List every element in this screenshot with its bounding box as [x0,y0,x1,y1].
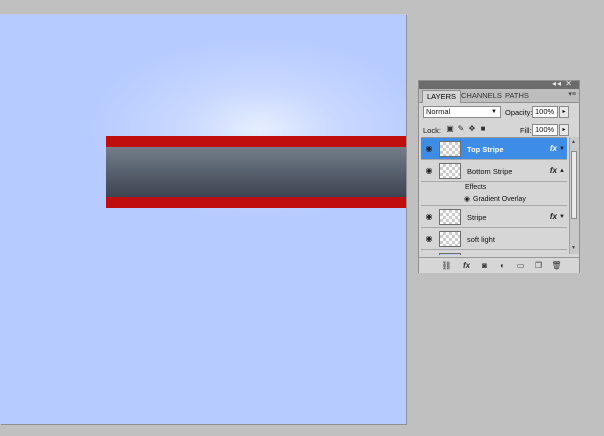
tab-channels[interactable]: CHANNELS [457,90,506,102]
layer-thumbnail [439,141,461,157]
fx-icon[interactable]: fx [550,166,557,175]
chevron-down-icon: ▼ [491,109,497,115]
link-layers-icon[interactable]: ⛓ [441,260,452,271]
layer-row-top-stripe[interactable]: ◉ Top Stripe fx ▼ [421,138,567,160]
scroll-up-icon[interactable]: ▲ [571,139,576,145]
opacity-label: Opacity: [505,108,533,117]
fill-slider-arrow-icon[interactable]: ▸ [559,124,569,136]
lock-transparency-icon[interactable]: ▣ [446,125,454,133]
effect-name: Gradient Overlay [473,196,526,203]
fx-icon[interactable]: fx [550,144,557,153]
document-canvas[interactable] [0,14,406,424]
layers-scrollbar[interactable]: ▲ ▼ [569,137,579,254]
delete-layer-icon[interactable]: 🗑 [551,260,562,271]
layer-row-bottom-stripe[interactable]: ◉ Bottom Stripe fx ▲ [421,160,567,182]
layer-name: Stripe [467,213,487,222]
layer-thumbnail [439,209,461,225]
tab-paths[interactable]: PATHS [501,90,533,102]
layer-name: Bottom Stripe [467,167,513,176]
adjustment-layer-icon[interactable]: ◐ [497,260,508,271]
layer-name: soft light [467,235,495,244]
bottom-stripe-shape [106,197,406,208]
eye-icon[interactable]: ◉ [423,212,435,221]
add-mask-icon[interactable]: ◙ [479,260,490,271]
layer-row-stripe[interactable]: ◉ Stripe fx ▼ [421,206,567,228]
eye-icon[interactable]: ◉ [423,166,435,175]
eye-icon[interactable]: ◉ [461,195,473,203]
new-group-icon[interactable]: ▭ [515,260,526,271]
panel-menu-icon[interactable]: ▾≡ [568,90,576,98]
expand-arrow-icon[interactable]: ▼ [559,146,565,152]
add-layer-style-icon[interactable]: fx [461,260,472,271]
stripe-artwork [106,136,406,208]
lock-all-icon[interactable]: ■ [479,125,487,133]
eye-icon[interactable]: ◉ [423,144,435,153]
layer-thumbnail [439,231,461,247]
top-stripe-shape [106,136,406,147]
panel-bottom-toolbar: ⛓ fx ◙ ◐ ▭ ❐ 🗑 [419,257,579,273]
panel-titlebar[interactable]: ◂◂ ✕ [419,79,579,89]
new-layer-icon[interactable]: ❐ [533,260,544,271]
scroll-thumb[interactable] [571,151,577,219]
layer-row-background[interactable]: ◉ [421,250,567,255]
layers-panel: ◂◂ ✕ LAYERS CHANNELS PATHS ▾≡ Normal ▼ O… [418,79,580,273]
lock-pixels-icon[interactable]: ✎ [457,125,465,133]
opacity-slider-arrow-icon[interactable]: ▸ [559,106,569,118]
lock-position-icon[interactable]: ✥ [468,125,476,133]
fx-icon[interactable]: fx [550,212,557,221]
collapse-arrow-icon[interactable]: ▲ [559,168,565,174]
fill-input[interactable]: 100% [532,124,558,136]
blend-mode-select[interactable]: Normal ▼ [423,106,501,118]
gradient-stripe-shape [106,147,406,197]
effects-label: Effects [465,184,487,191]
eye-icon[interactable]: ◉ [423,234,435,243]
effect-row-gradient-overlay[interactable]: ◉ Gradient Overlay [421,194,567,206]
tab-layers[interactable]: LAYERS [422,90,462,103]
collapse-close-icons[interactable]: ◂◂ ✕ [552,79,573,88]
layer-thumbnail [439,253,461,255]
opacity-input[interactable]: 100% [532,106,558,118]
layers-list: ◉ Top Stripe fx ▼ ◉ Bottom Stripe fx ▲ E… [421,137,567,255]
layer-thumbnail [439,163,461,179]
panel-tabs: LAYERS CHANNELS PATHS ▾≡ [419,89,579,103]
lock-label: Lock: [423,126,441,135]
fill-label: Fill: [520,126,532,135]
effects-row[interactable]: Effects [421,182,567,194]
layer-name: Top Stripe [467,145,504,154]
scroll-down-icon[interactable]: ▼ [571,245,576,251]
blend-mode-value: Normal [426,107,451,116]
expand-arrow-icon[interactable]: ▼ [559,214,565,220]
layer-row-soft-light[interactable]: ◉ soft light [421,228,567,250]
